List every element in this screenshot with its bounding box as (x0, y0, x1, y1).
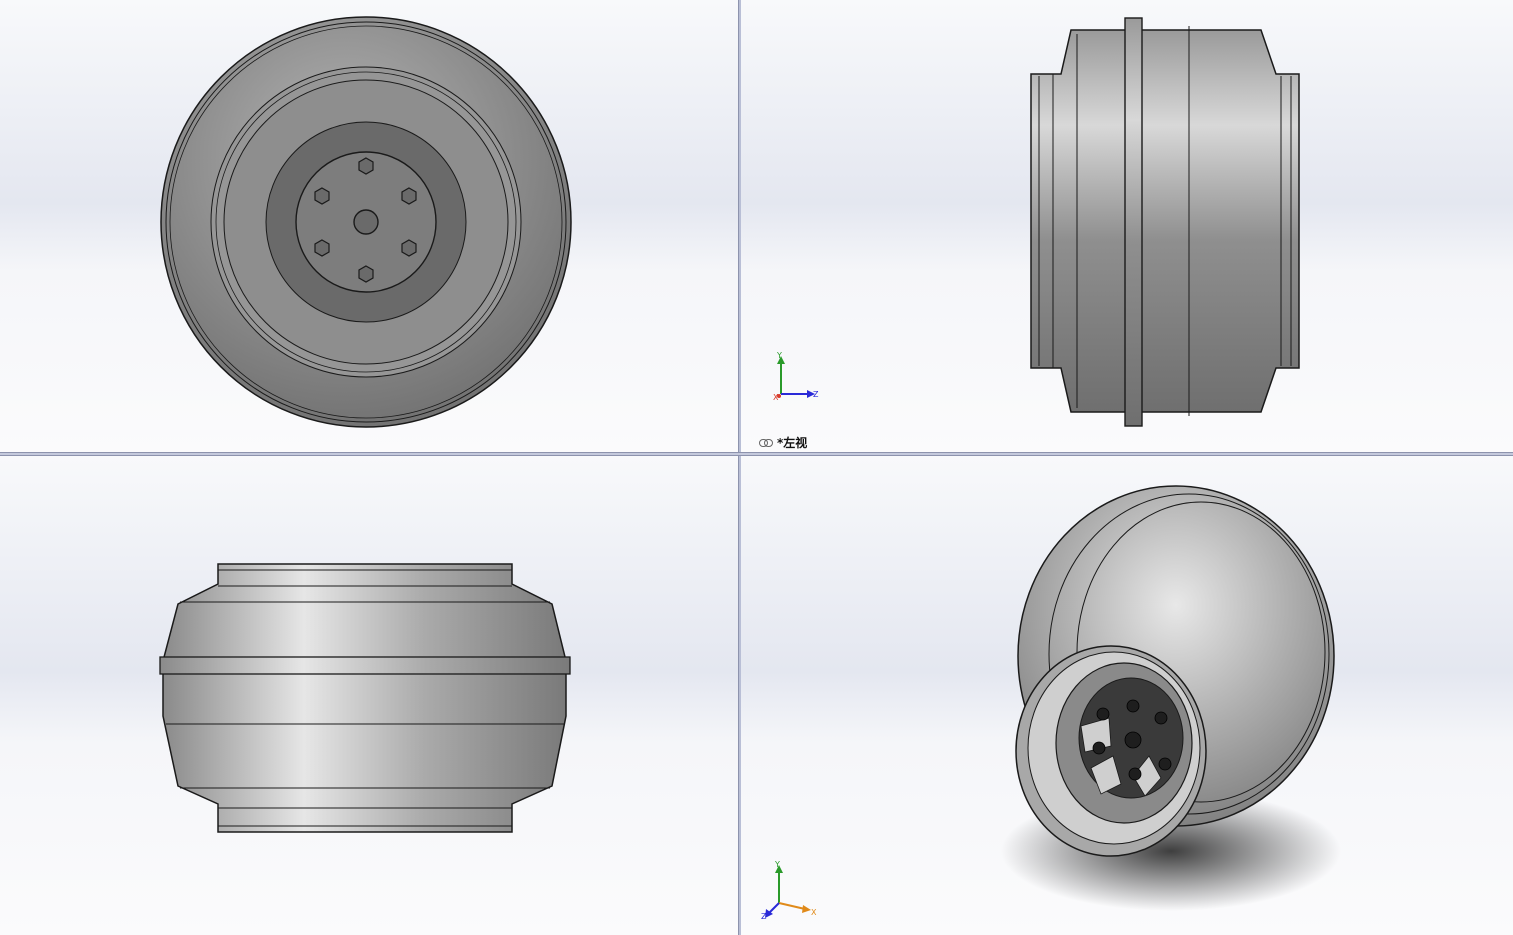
view-orientation-label[interactable]: *左视 (759, 434, 807, 451)
wheel-front-model[interactable] (0, 0, 738, 452)
triad-x-label: X (773, 393, 779, 402)
triad-x-label: X (811, 908, 817, 917)
triad-y-label: Y (774, 861, 780, 869)
viewport-front[interactable] (0, 0, 738, 452)
viewport-top[interactable] (0, 456, 738, 935)
wheel-top-model[interactable] (0, 456, 738, 935)
wheel-iso-model[interactable] (741, 456, 1513, 935)
viewport-divider-horizontal[interactable] (0, 452, 1513, 456)
link-icon (759, 438, 773, 447)
triad-y-label: Y (776, 351, 782, 360)
viewport-left[interactable]: Y Z X *左视 (741, 0, 1513, 452)
view-label-text: *左视 (777, 436, 808, 450)
wheel-side-model[interactable] (741, 0, 1513, 452)
triad-z-label: Z (761, 912, 767, 921)
viewport-isometric[interactable]: Y X Z (741, 456, 1513, 935)
triad-icon: Y Z X (773, 351, 819, 402)
triad-z-label: Z (813, 390, 819, 399)
viewport-divider-vertical[interactable] (738, 0, 741, 935)
triad-icon: Y X Z (761, 861, 817, 921)
